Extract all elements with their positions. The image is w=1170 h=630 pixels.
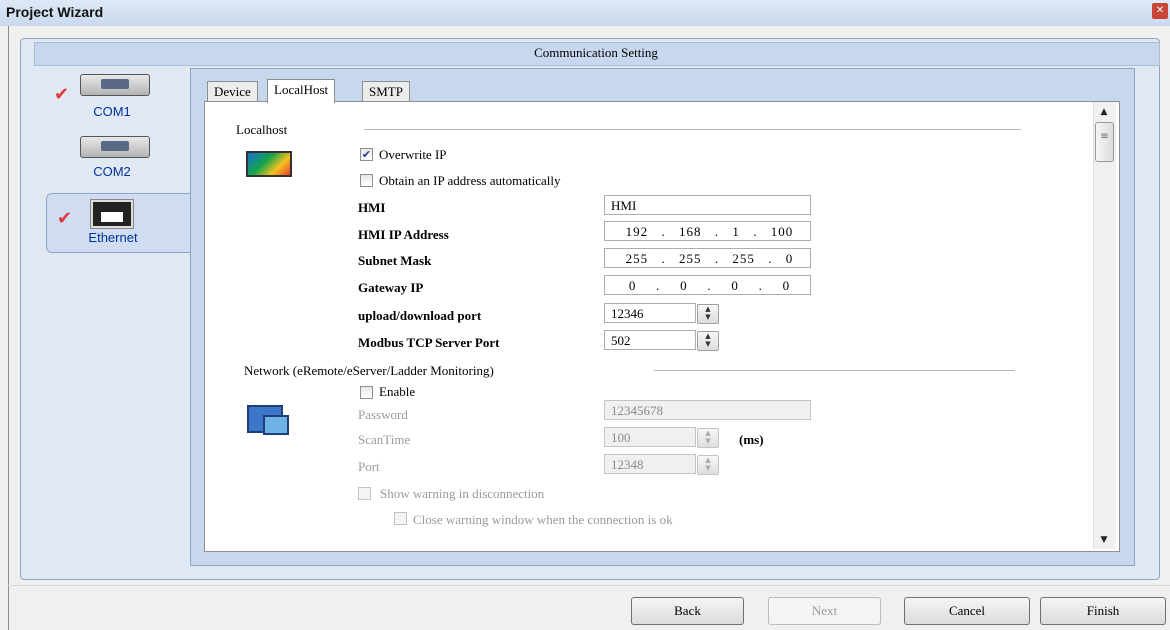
hmi-label: HMI — [358, 200, 386, 215]
grip-icon: ≡ — [1100, 131, 1109, 142]
port-stepper[interactable]: ▲ ▼ — [697, 455, 719, 475]
ip-dot: . — [753, 224, 758, 239]
enable-checkbox[interactable] — [360, 386, 373, 399]
nav-item-label: Ethernet — [88, 230, 138, 245]
ip-octet: 255 — [732, 251, 755, 266]
port-input[interactable]: 12348 — [604, 454, 696, 474]
hmi-screen-icon — [246, 151, 292, 177]
hmi-ip-input[interactable]: 192. 168. 1. 100 — [604, 221, 811, 241]
upload-port-input[interactable]: 12346 — [604, 303, 696, 323]
section-title-network: Network (eRemote/eServer/Ladder Monitori… — [244, 363, 494, 378]
scantime-input[interactable]: 100 — [604, 427, 696, 447]
network-monitor-icon — [247, 405, 289, 435]
port-label: Port — [358, 459, 380, 474]
back-button[interactable]: Back — [631, 597, 744, 625]
ip-dot: . — [661, 251, 666, 266]
subnet-mask-input[interactable]: 255. 255. 255. 0 — [604, 248, 811, 268]
password-input[interactable]: 12345678 — [604, 400, 811, 420]
section-divider — [654, 370, 1015, 371]
ip-dot: . — [661, 224, 666, 239]
close-warning-checkbox[interactable] — [394, 512, 407, 525]
window-left-edge — [0, 26, 9, 630]
tab-smtp[interactable]: SMTP — [362, 81, 410, 102]
ip-octet: 0 — [785, 251, 794, 266]
ip-octet: 100 — [770, 224, 794, 239]
show-warning-checkbox[interactable] — [358, 487, 371, 500]
title-bar — [0, 0, 1170, 26]
tab-device[interactable]: Device — [207, 81, 258, 102]
upload-port-stepper[interactable]: ▲ ▼ — [697, 304, 719, 324]
subnet-mask-label: Subnet Mask — [358, 253, 432, 268]
scroll-up-icon[interactable]: ▲ — [1096, 107, 1112, 117]
ip-dot: . — [714, 224, 720, 239]
cancel-button[interactable]: Cancel — [904, 597, 1030, 625]
ip-octet: 1 — [732, 224, 740, 239]
scantime-unit: (ms) — [739, 432, 764, 447]
ip-dot: . — [714, 251, 720, 266]
ip-octet: 255 — [625, 251, 649, 266]
modbus-port-label: Modbus TCP Server Port — [358, 335, 500, 350]
finish-button[interactable]: Finish — [1040, 597, 1166, 625]
scantime-label: ScanTime — [358, 432, 411, 447]
tab-content — [204, 101, 1120, 552]
footer-divider — [8, 585, 1170, 586]
close-warning-label: Close warning window when the connection… — [413, 512, 673, 527]
ip-octet: 0 — [731, 278, 739, 293]
vertical-scrollbar[interactable] — [1093, 102, 1116, 549]
serial-port-icon — [80, 136, 150, 158]
obtain-ip-auto-checkbox[interactable] — [360, 174, 373, 187]
nav-item-label: COM2 — [93, 164, 131, 179]
scroll-thumb[interactable] — [1095, 122, 1114, 162]
nav-item-ethernet[interactable]: ✔ Ethernet — [46, 193, 191, 253]
nav-item-com2[interactable]: COM2 — [46, 132, 178, 190]
ip-octet: 0 — [680, 278, 688, 293]
window-title: Project Wizard — [6, 4, 104, 20]
enable-label: Enable — [379, 384, 416, 399]
nav-item-label: COM1 — [93, 104, 131, 119]
check-mark-icon: ✔ — [54, 84, 70, 105]
hmi-ip-label: HMI IP Address — [358, 227, 449, 242]
modbus-port-stepper[interactable]: ▲ ▼ — [697, 331, 719, 351]
ip-octet: 255 — [679, 251, 702, 266]
ip-dot: . — [758, 278, 763, 293]
modbus-port-input[interactable]: 502 — [604, 330, 696, 350]
nav-item-com1[interactable]: ✔ COM1 — [46, 70, 178, 128]
ip-dot: . — [656, 278, 661, 293]
serial-port-icon — [80, 74, 150, 96]
hmi-name-input[interactable]: HMI — [604, 195, 811, 215]
overwrite-ip-checkbox[interactable]: ✔ — [360, 148, 373, 161]
tab-localhost[interactable]: LocalHost — [267, 79, 336, 103]
scroll-down-icon[interactable]: ▼ — [1096, 535, 1112, 545]
ip-octet: 0 — [782, 278, 791, 293]
ip-dot: . — [707, 278, 712, 293]
ip-dot: . — [768, 251, 773, 266]
close-icon[interactable]: ✕ — [1152, 3, 1168, 19]
ip-octet: 192 — [625, 224, 649, 239]
overwrite-ip-label: Overwrite IP — [379, 147, 447, 162]
password-label: Password — [358, 407, 408, 422]
section-divider — [364, 129, 1021, 130]
obtain-ip-auto-label: Obtain an IP address automatically — [379, 173, 561, 188]
gateway-ip-input[interactable]: 0. 0. 0. 0 — [604, 275, 811, 295]
show-warning-label: Show warning in disconnection — [380, 486, 545, 501]
dialog-header: Communication Setting — [534, 45, 658, 60]
check-mark-icon: ✔ — [57, 208, 73, 229]
scantime-stepper[interactable]: ▲ ▼ — [697, 428, 719, 448]
ip-octet: 0 — [628, 278, 637, 293]
ip-octet: 168 — [679, 224, 702, 239]
gateway-ip-label: Gateway IP — [358, 280, 424, 295]
upload-port-label: upload/download port — [358, 308, 482, 323]
section-title-localhost: Localhost — [236, 122, 288, 137]
next-button[interactable]: Next — [768, 597, 881, 625]
ethernet-port-icon — [90, 199, 134, 229]
